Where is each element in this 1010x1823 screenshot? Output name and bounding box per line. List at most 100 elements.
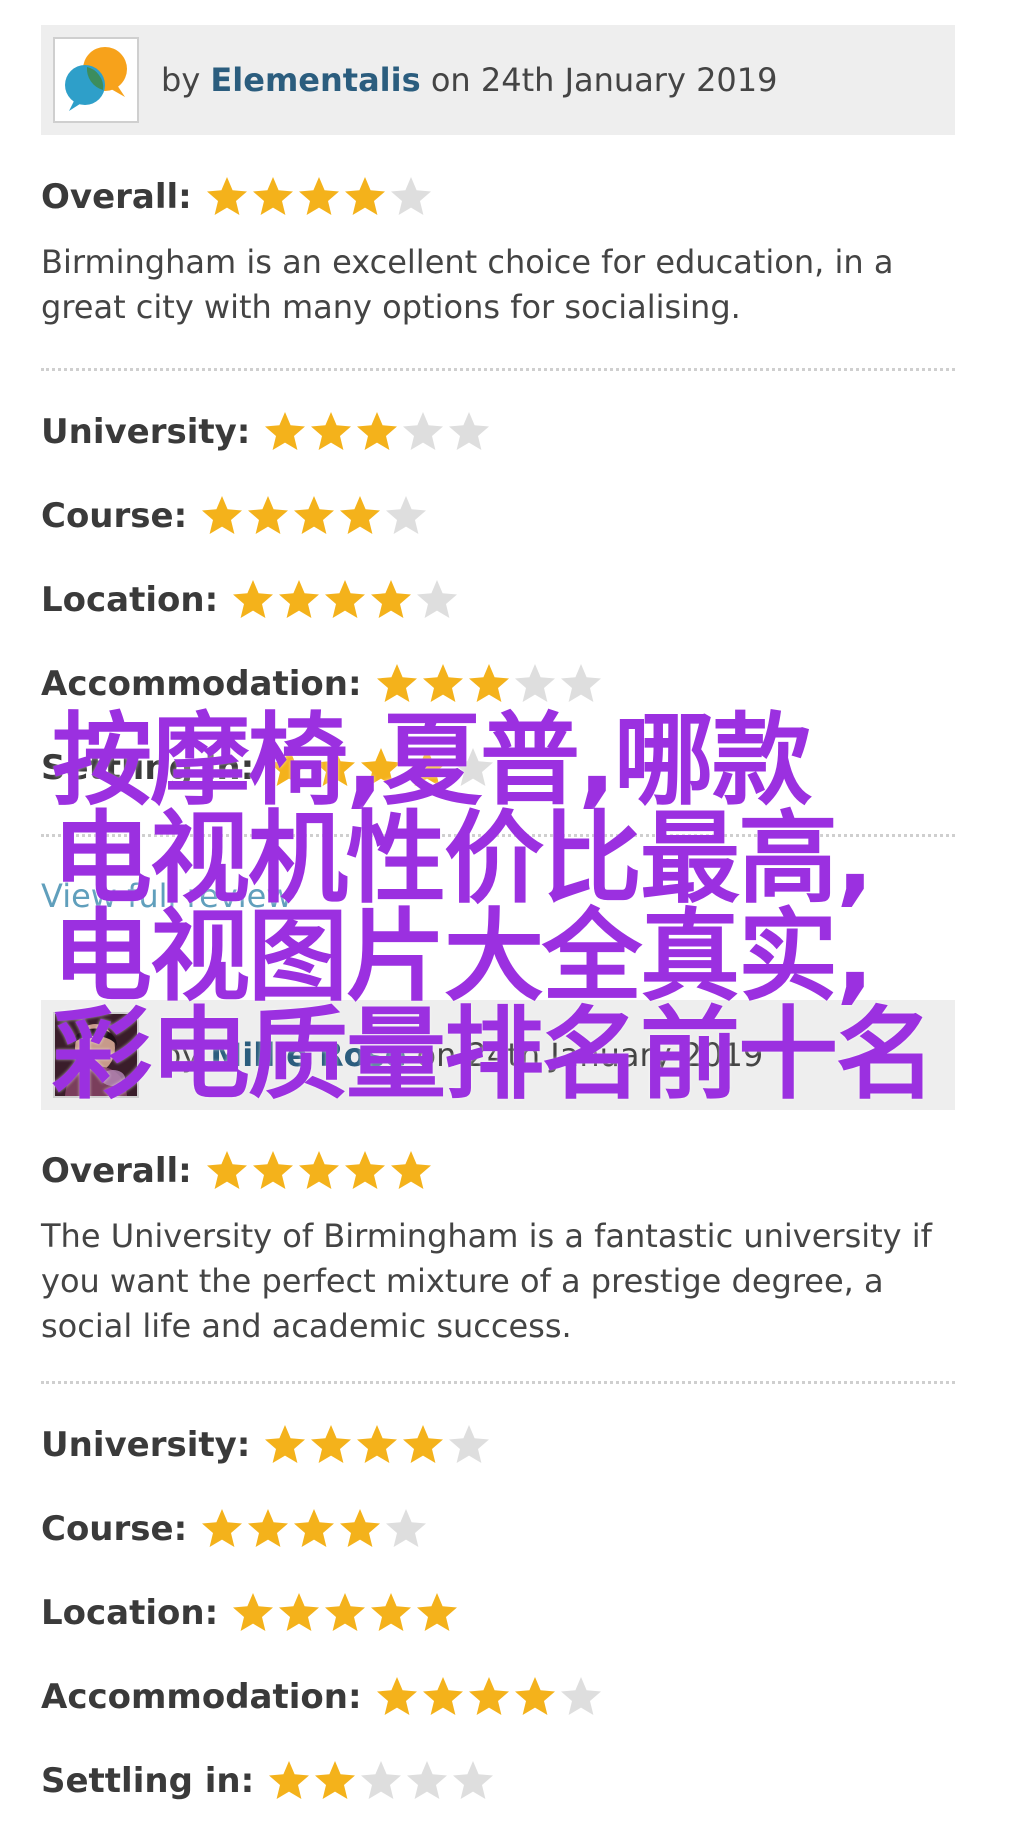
rating-label: University: [41, 1425, 251, 1465]
star-filled-icon [512, 1674, 558, 1720]
rating-label: Overall: [41, 177, 192, 217]
review-date: on 24th January 2019 [430, 61, 778, 99]
rating-label: Settling in: [41, 1761, 255, 1801]
star-empty-icon [388, 174, 434, 220]
university-rating: University: [41, 1420, 492, 1470]
star-filled-icon [204, 1148, 250, 1194]
star-rating [199, 493, 429, 539]
star-rating [199, 1506, 429, 1552]
star-filled-icon [322, 577, 368, 623]
star-filled-icon [312, 1758, 358, 1804]
star-filled-icon [308, 1422, 354, 1468]
star-filled-icon [250, 174, 296, 220]
star-filled-icon [354, 1422, 400, 1468]
star-filled-icon [337, 493, 383, 539]
course-rating: Course: [41, 1504, 429, 1554]
star-filled-icon [420, 661, 466, 707]
star-filled-icon [368, 1590, 414, 1636]
star-filled-icon [414, 1590, 460, 1636]
author-link[interactable]: Elementalis [210, 61, 420, 99]
watermark-line: 彩电质量排名前十名 [52, 996, 936, 1113]
star-filled-icon [296, 1148, 342, 1194]
star-empty-icon [512, 661, 558, 707]
rating-label: Accommodation: [41, 664, 362, 704]
star-rating [266, 1758, 496, 1804]
star-rating [262, 1422, 492, 1468]
star-empty-icon [558, 1674, 604, 1720]
star-empty-icon [446, 409, 492, 455]
star-filled-icon [230, 577, 276, 623]
star-filled-icon [199, 493, 245, 539]
settling-in-rating: Settling in: [41, 1756, 496, 1806]
star-filled-icon [291, 493, 337, 539]
reviewer-avatar[interactable] [53, 37, 139, 123]
star-filled-icon [276, 1590, 322, 1636]
rating-label: Course: [41, 496, 188, 536]
star-filled-icon [342, 174, 388, 220]
review-byline: by Elementalis on 24th January 2019 [161, 61, 778, 99]
star-filled-icon [266, 1758, 312, 1804]
speech-bubbles-avatar-icon [65, 47, 127, 111]
star-rating [204, 174, 434, 220]
star-filled-icon [296, 174, 342, 220]
location-rating: Location: [41, 1588, 460, 1638]
rating-label: Location: [41, 580, 219, 620]
dotted-divider [41, 1381, 955, 1384]
star-filled-icon [245, 1506, 291, 1552]
star-filled-icon [276, 577, 322, 623]
review-text: Birmingham is an excellent choice for ed… [41, 243, 894, 326]
star-filled-icon [420, 1674, 466, 1720]
star-empty-icon [446, 1422, 492, 1468]
watermark-line: 电视图片大全真实, [52, 898, 874, 1015]
star-filled-icon [368, 577, 414, 623]
star-filled-icon [308, 409, 354, 455]
star-filled-icon [374, 661, 420, 707]
star-filled-icon [466, 661, 512, 707]
review-header-1: by Elementalis on 24th January 2019 [41, 25, 955, 135]
star-rating [230, 577, 460, 623]
star-empty-icon [450, 1758, 496, 1804]
star-filled-icon [250, 1148, 296, 1194]
star-filled-icon [230, 1590, 276, 1636]
rating-label: Location: [41, 1593, 219, 1633]
star-rating [230, 1590, 460, 1636]
location-rating: Location: [41, 575, 460, 625]
star-filled-icon [245, 493, 291, 539]
star-filled-icon [204, 174, 250, 220]
watermark-line: 按摩椅,夏普,哪款 [52, 702, 812, 819]
review-text: The University of Birmingham is a fantas… [41, 1217, 932, 1345]
university-rating: University: [41, 407, 492, 457]
star-rating [204, 1148, 434, 1194]
watermark-line: 电视机性价比最高, [52, 800, 874, 917]
rating-label: Accommodation: [41, 1677, 362, 1717]
star-filled-icon [342, 1148, 388, 1194]
star-rating [374, 661, 604, 707]
star-rating [374, 1674, 604, 1720]
star-empty-icon [383, 1506, 429, 1552]
dotted-divider [41, 368, 955, 371]
star-filled-icon [374, 1674, 420, 1720]
star-empty-icon [404, 1758, 450, 1804]
star-filled-icon [322, 1590, 368, 1636]
rating-label: Course: [41, 1509, 188, 1549]
star-filled-icon [291, 1506, 337, 1552]
star-empty-icon [400, 409, 446, 455]
course-rating: Course: [41, 491, 429, 541]
star-filled-icon [337, 1506, 383, 1552]
star-filled-icon [262, 409, 308, 455]
accommodation-rating: Accommodation: [41, 1672, 604, 1722]
star-empty-icon [358, 1758, 404, 1804]
star-filled-icon [388, 1148, 434, 1194]
star-empty-icon [558, 661, 604, 707]
star-rating [262, 409, 492, 455]
rating-label: Overall: [41, 1151, 192, 1191]
star-empty-icon [414, 577, 460, 623]
rating-label: University: [41, 412, 251, 452]
watermark-overlay: 按摩椅,夏普,哪款 电视机性价比最高, 电视图片大全真实, 彩电质量排名前十名 [52, 702, 972, 1113]
star-filled-icon [466, 1674, 512, 1720]
star-empty-icon [383, 493, 429, 539]
star-filled-icon [354, 409, 400, 455]
by-prefix: by [161, 61, 201, 99]
overall-rating: Overall: [41, 172, 434, 222]
star-filled-icon [400, 1422, 446, 1468]
